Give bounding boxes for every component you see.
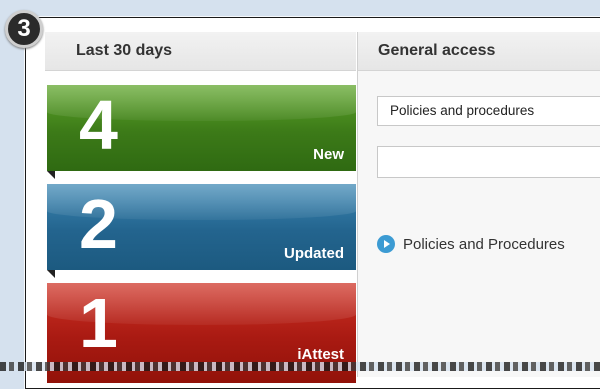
iattest-count: 1	[79, 284, 118, 362]
updated-items-tile[interactable]: 2 Updated	[47, 184, 356, 278]
new-items-tile[interactable]: 4 New	[47, 85, 356, 179]
general-access-panel: General access Policies and procedures P…	[357, 32, 600, 377]
play-circle-icon	[377, 235, 395, 253]
iattest-label: iAttest	[297, 346, 344, 363]
tile-fold	[47, 270, 55, 278]
updated-label: Updated	[284, 245, 344, 262]
step-number-badge: 3	[5, 10, 43, 48]
policies-procedures-link[interactable]: Policies and Procedures	[377, 233, 565, 255]
panel-title: Last 30 days	[45, 32, 356, 71]
new-label: New	[313, 146, 344, 163]
new-count: 4	[79, 86, 118, 164]
last-30-days-panel: Last 30 days 4 New 2 Updated 1 iAttest	[45, 32, 356, 383]
panel-title: General access	[358, 32, 600, 71]
link-label: Policies and Procedures	[403, 235, 565, 253]
tile-fold	[47, 171, 55, 179]
bottom-edge-artifact	[0, 362, 600, 371]
updated-count: 2	[79, 185, 118, 263]
search-input[interactable]	[377, 146, 600, 178]
access-category-select[interactable]: Policies and procedures	[377, 96, 600, 126]
